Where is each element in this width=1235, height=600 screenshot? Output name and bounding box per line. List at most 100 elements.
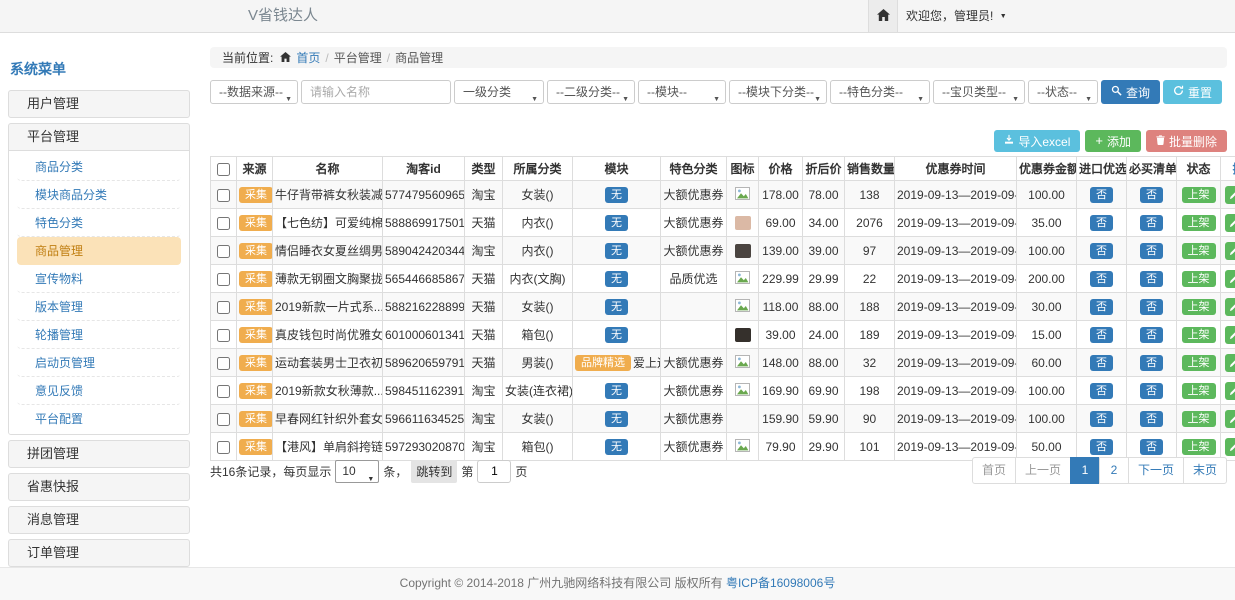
jump-page-input[interactable]	[477, 460, 511, 483]
page-button-下一页[interactable]: 下一页	[1128, 457, 1184, 484]
page-button-上一页[interactable]: 上一页	[1015, 457, 1071, 484]
imported-toggle[interactable]: 否	[1090, 243, 1113, 259]
imported-toggle[interactable]: 否	[1090, 411, 1113, 427]
sidebar-item-商品管理[interactable]: 商品管理	[17, 237, 181, 265]
page-button-首页[interactable]: 首页	[972, 457, 1016, 484]
search-button[interactable]: 查询	[1101, 80, 1160, 104]
sidebar-group-平台管理[interactable]: 平台管理	[9, 124, 189, 150]
products-table: 来源名称淘客id类型所属分类模块特色分类图标价格折后价销售数量优惠券时间优惠券金…	[210, 156, 1235, 461]
select-all-checkbox[interactable]	[217, 163, 230, 176]
status-badge[interactable]: 上架	[1182, 215, 1216, 231]
row-checkbox[interactable]	[217, 217, 230, 230]
edit-button[interactable]	[1225, 382, 1235, 400]
must-buy-toggle[interactable]: 否	[1140, 439, 1163, 455]
must-buy-toggle[interactable]: 否	[1140, 411, 1163, 427]
imported-toggle[interactable]: 否	[1090, 271, 1113, 287]
row-checkbox[interactable]	[217, 413, 230, 426]
must-buy-toggle[interactable]: 否	[1140, 271, 1163, 287]
import-excel-button[interactable]: 导入excel	[994, 130, 1080, 152]
status-badge[interactable]: 上架	[1182, 327, 1216, 343]
status-badge[interactable]: 上架	[1182, 299, 1216, 315]
row-checkbox[interactable]	[217, 245, 230, 258]
imported-toggle[interactable]: 否	[1090, 187, 1113, 203]
must-buy-toggle[interactable]: 否	[1140, 215, 1163, 231]
must-buy-toggle[interactable]: 否	[1140, 299, 1163, 315]
edit-button[interactable]	[1225, 326, 1235, 344]
status-badge[interactable]: 上架	[1182, 243, 1216, 259]
batch-delete-button[interactable]: 批量删除	[1146, 130, 1227, 152]
imported-toggle[interactable]: 否	[1090, 383, 1113, 399]
sidebar-item-宣传物料[interactable]: 宣传物料	[17, 265, 181, 293]
filter-select-level1[interactable]: 一级分类▼	[454, 80, 544, 104]
filter-select-module[interactable]: --模块--▼	[638, 80, 726, 104]
breadcrumb-home-link[interactable]: 首页	[296, 49, 320, 66]
page-button-1[interactable]: 1	[1070, 457, 1100, 484]
jump-button[interactable]: 跳转到	[411, 460, 457, 483]
filter-select-status[interactable]: --状态--▼	[1028, 80, 1098, 104]
home-button[interactable]	[868, 0, 898, 32]
imported-toggle[interactable]: 否	[1090, 439, 1113, 455]
actions-cell	[1221, 265, 1235, 293]
filter-select-level2[interactable]: --二级分类--▼	[547, 80, 635, 104]
filter-select-item-type[interactable]: --宝贝类型--▼	[933, 80, 1025, 104]
edit-button[interactable]	[1225, 242, 1235, 260]
must-buy-toggle[interactable]: 否	[1140, 243, 1163, 259]
row-checkbox[interactable]	[217, 385, 230, 398]
imported-toggle[interactable]: 否	[1090, 355, 1113, 371]
sidebar-item-平台配置[interactable]: 平台配置	[17, 405, 181, 432]
sidebar-item-意见反馈[interactable]: 意见反馈	[17, 377, 181, 405]
row-checkbox[interactable]	[217, 189, 230, 202]
sidebar-group-订单管理[interactable]: 订单管理	[9, 540, 189, 566]
status-badge[interactable]: 上架	[1182, 355, 1216, 371]
filter-input-name[interactable]	[301, 80, 451, 104]
per-page-select[interactable]: 10 ▼	[335, 460, 379, 483]
icp-link[interactable]: 粤ICP备16098006号	[726, 576, 835, 590]
sidebar-item-商品分类[interactable]: 商品分类	[17, 153, 181, 181]
sidebar-item-版本管理[interactable]: 版本管理	[17, 293, 181, 321]
status-badge[interactable]: 上架	[1182, 383, 1216, 399]
edit-button[interactable]	[1225, 438, 1235, 456]
sidebar-group-消息管理[interactable]: 消息管理	[9, 507, 189, 533]
imported-toggle[interactable]: 否	[1090, 215, 1113, 231]
filter-select-module-sub[interactable]: --模块下分类--▼	[729, 80, 827, 104]
sidebar-group-用户管理[interactable]: 用户管理	[9, 91, 189, 117]
price-cell: 178.00	[759, 181, 803, 209]
edit-button[interactable]	[1225, 186, 1235, 204]
status-badge[interactable]: 上架	[1182, 411, 1216, 427]
sidebar-group-拼团管理[interactable]: 拼团管理	[9, 441, 189, 467]
add-button[interactable]: + 添加	[1085, 130, 1141, 152]
edit-button[interactable]	[1225, 270, 1235, 288]
status-badge[interactable]: 上架	[1182, 439, 1216, 455]
imported-toggle[interactable]: 否	[1090, 299, 1113, 315]
user-menu[interactable]: 欢迎您，管理员! ▼	[906, 0, 1007, 33]
category-cell: 内衣()	[503, 209, 573, 237]
must-buy-toggle[interactable]: 否	[1140, 327, 1163, 343]
sidebar-item-轮播管理[interactable]: 轮播管理	[17, 321, 181, 349]
edit-button[interactable]	[1225, 354, 1235, 372]
sidebar-group-省惠快报[interactable]: 省惠快报	[9, 474, 189, 500]
status-badge[interactable]: 上架	[1182, 187, 1216, 203]
status-badge[interactable]: 上架	[1182, 271, 1216, 287]
must-buy-toggle[interactable]: 否	[1140, 383, 1163, 399]
row-checkbox[interactable]	[217, 329, 230, 342]
edit-button[interactable]	[1225, 214, 1235, 232]
filter-select-data-source[interactable]: --数据来源--▼	[210, 80, 298, 104]
sidebar-group: 拼团管理	[8, 440, 190, 468]
row-checkbox[interactable]	[217, 273, 230, 286]
page-button-2[interactable]: 2	[1099, 457, 1129, 484]
edit-button[interactable]	[1225, 298, 1235, 316]
page-button-末页[interactable]: 末页	[1183, 457, 1227, 484]
must-buy-toggle[interactable]: 否	[1140, 355, 1163, 371]
must-buy-toggle[interactable]: 否	[1140, 187, 1163, 203]
sidebar-item-模块商品分类[interactable]: 模块商品分类	[17, 181, 181, 209]
row-checkbox[interactable]	[217, 301, 230, 314]
imported-toggle[interactable]: 否	[1090, 327, 1113, 343]
reset-button[interactable]: 重置	[1163, 80, 1222, 104]
row-checkbox[interactable]	[217, 357, 230, 370]
sidebar-item-特色分类[interactable]: 特色分类	[17, 209, 181, 237]
filter-select-feature[interactable]: --特色分类--▼	[830, 80, 930, 104]
row-checkbox[interactable]	[217, 441, 230, 454]
broken-image-icon	[735, 441, 750, 455]
sidebar-item-启动页管理[interactable]: 启动页管理	[17, 349, 181, 377]
edit-button[interactable]	[1225, 410, 1235, 428]
